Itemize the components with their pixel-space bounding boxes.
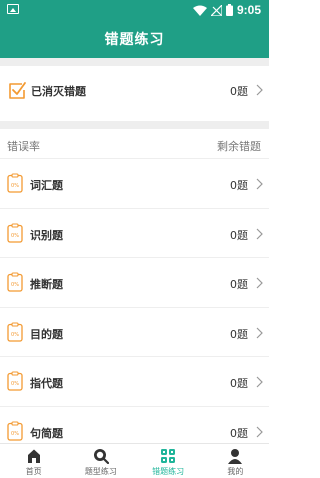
checkbox-check-icon [9,82,26,99]
wifi-icon [192,5,207,16]
clipboard-percent-icon: 0% [7,371,23,391]
percent-badge: 0% [11,332,19,338]
percent-badge: 0% [11,233,19,239]
tab-label: 首页 [25,467,42,476]
list-item[interactable]: 0% 词汇题 0题 [0,158,269,208]
percent-badge: 0% [11,381,19,387]
tab-profile[interactable]: 我的 [202,444,269,478]
tab-home[interactable]: 首页 [0,444,67,478]
chevron-right-icon [256,327,263,338]
cleared-questions-count: 0题 [230,85,248,98]
percent-badge: 0% [11,282,19,288]
remaining-errors-header: 剩余错题 [217,140,261,153]
list-item-count: 0题 [230,278,248,291]
title-bar: 错题练习 [0,20,269,58]
status-icons: 9:05 [192,2,261,18]
home-icon [27,449,40,463]
list-header: 错误率 剩余错题 [0,132,269,158]
chevron-right-icon [256,277,263,289]
status-bar: 9:05 [0,0,269,20]
chevron-right-icon [256,228,263,239]
clipboard-percent-icon: 0% [7,420,23,441]
page-title: 错题练习 [104,32,165,48]
list-item-label: 推断题 [30,278,63,291]
list-item-label: 句简题 [30,426,63,440]
search-icon [93,449,109,464]
question-type-list: 0% 词汇题 0题 0% 识别题 0题 0% 推断题 0题 0% 目的题 0题 … [0,158,269,443]
tab-label: 题型练习 [84,467,117,476]
list-item-count: 0题 [230,179,248,192]
chevron-right-icon [256,84,263,96]
tab-label: 我的 [227,467,244,476]
section-divider [0,121,269,129]
profile-icon [228,449,243,464]
chevron-right-icon [256,426,263,437]
section-divider [0,58,269,66]
clipboard-percent-icon: 0% [7,222,23,243]
list-item[interactable]: 0% 识别题 0题 [0,207,269,258]
list-item-label: 指代题 [30,377,63,390]
battery-icon [225,4,233,16]
list-item-label: 目的题 [30,327,63,341]
bottom-tab-bar: 首页 题型练习 错题练习 我的 [0,443,269,478]
status-time: 9:05 [236,3,261,17]
list-item-count: 0题 [230,377,248,390]
chevron-right-icon [256,178,263,190]
list-item-label: 词汇题 [30,179,63,192]
list-item-count: 0题 [230,426,248,440]
list-item[interactable]: 0% 句简题 0题 [0,405,269,444]
cleared-questions-row[interactable]: 已消灭错题 0题 [0,66,269,116]
clipboard-percent-icon: 0% [7,173,23,193]
grid-icon [161,449,176,463]
tab-practice[interactable]: 题型练习 [67,444,134,478]
list-item[interactable]: 0% 目的题 0题 [0,306,269,357]
list-item-count: 0题 [230,327,248,341]
error-rate-header: 错误率 [7,140,40,153]
percent-badge: 0% [11,431,19,437]
clipboard-percent-icon: 0% [7,321,23,342]
tab-error-practice[interactable]: 错题练习 [135,444,202,478]
list-item[interactable]: 0% 推断题 0题 [0,257,269,307]
list-item-label: 识别题 [30,228,63,242]
list-item[interactable]: 0% 指代题 0题 [0,356,269,406]
tab-label: 错题练习 [152,467,185,476]
list-item-count: 0题 [230,228,248,242]
image-notification-icon [7,4,19,14]
percent-badge: 0% [11,183,19,189]
chevron-right-icon [256,376,263,388]
cleared-questions-label: 已消灭错题 [31,85,86,98]
clipboard-percent-icon: 0% [7,272,23,292]
no-signal-icon [210,4,222,16]
